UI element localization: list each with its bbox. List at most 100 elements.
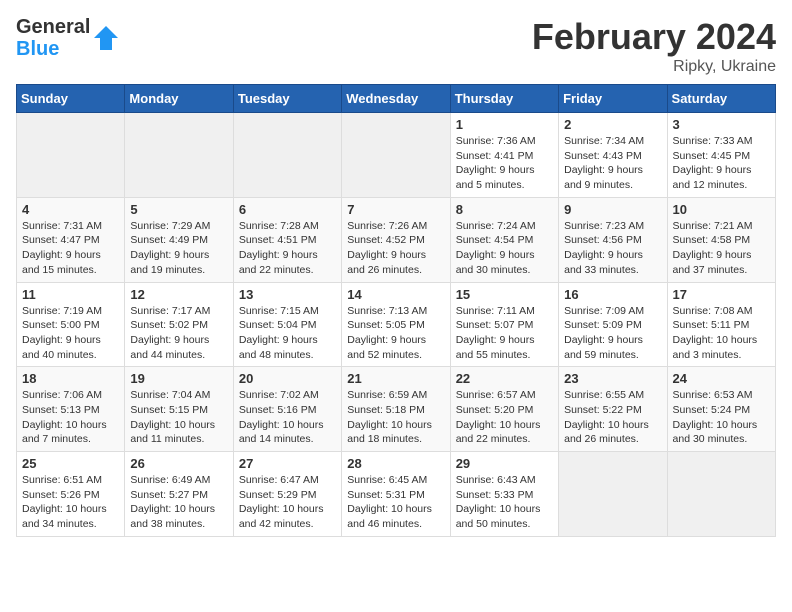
calendar-cell: 3 Sunrise: 7:33 AM Sunset: 4:45 PM Daylig… [667,113,775,198]
calendar-cell: 26 Sunrise: 6:49 AM Sunset: 5:27 PM Dayli… [125,452,233,537]
day-number: 18 [22,371,119,386]
day-number: 16 [564,287,661,302]
day-number: 9 [564,202,661,217]
calendar-header-thursday: Thursday [450,85,558,113]
calendar-week-4: 18 Sunrise: 7:06 AM Sunset: 5:13 PM Dayli… [17,367,776,452]
calendar-cell: 15 Sunrise: 7:11 AM Sunset: 5:07 PM Dayli… [450,282,558,367]
day-info: Sunrise: 7:06 AM Sunset: 5:13 PM Dayligh… [22,388,119,447]
day-number: 21 [347,371,444,386]
day-number: 28 [347,456,444,471]
day-info: Sunrise: 7:08 AM Sunset: 5:11 PM Dayligh… [673,304,770,363]
day-info: Sunrise: 7:13 AM Sunset: 5:05 PM Dayligh… [347,304,444,363]
calendar-cell [559,452,667,537]
calendar-cell: 5Sunrise: 7:29 AM Sunset: 4:49 PM Daylig… [125,197,233,282]
day-number: 5 [130,202,227,217]
day-info: Sunrise: 7:15 AM Sunset: 5:04 PM Dayligh… [239,304,336,363]
day-number: 14 [347,287,444,302]
calendar-header-row: SundayMondayTuesdayWednesdayThursdayFrid… [17,85,776,113]
day-number: 7 [347,202,444,217]
calendar-header-sunday: Sunday [17,85,125,113]
day-info: Sunrise: 7:17 AM Sunset: 5:02 PM Dayligh… [130,304,227,363]
day-number: 20 [239,371,336,386]
day-info: Sunrise: 6:57 AM Sunset: 5:20 PM Dayligh… [456,388,553,447]
day-number: 1 [456,117,553,132]
day-info: Sunrise: 6:45 AM Sunset: 5:31 PM Dayligh… [347,473,444,532]
calendar-cell [667,452,775,537]
calendar-cell [17,113,125,198]
calendar-cell: 7 Sunrise: 7:26 AM Sunset: 4:52 PM Daylig… [342,197,450,282]
day-number: 12 [130,287,227,302]
calendar-header-monday: Monday [125,85,233,113]
day-number: 10 [673,202,770,217]
day-number: 2 [564,117,661,132]
month-title: February 2024 [532,16,776,58]
day-info: Sunrise: 7:33 AM Sunset: 4:45 PM Dayligh… [673,134,770,193]
calendar-cell: 2Sunrise: 7:34 AM Sunset: 4:43 PM Daylig… [559,113,667,198]
day-number: 19 [130,371,227,386]
day-number: 13 [239,287,336,302]
calendar-cell: 23 Sunrise: 6:55 AM Sunset: 5:22 PM Dayli… [559,367,667,452]
day-info: Sunrise: 7:23 AM Sunset: 4:56 PM Dayligh… [564,219,661,278]
day-info: Sunrise: 6:59 AM Sunset: 5:18 PM Dayligh… [347,388,444,447]
day-info: Sunrise: 7:02 AM Sunset: 5:16 PM Dayligh… [239,388,336,447]
day-number: 22 [456,371,553,386]
day-number: 29 [456,456,553,471]
calendar-cell: 24 Sunrise: 6:53 AM Sunset: 5:24 PM Dayli… [667,367,775,452]
day-number: 8 [456,202,553,217]
calendar-cell: 19 Sunrise: 7:04 AM Sunset: 5:15 PM Dayli… [125,367,233,452]
calendar-cell: 29Sunrise: 6:43 AM Sunset: 5:33 PM Dayli… [450,452,558,537]
day-number: 23 [564,371,661,386]
page-header: General Blue February 2024 Ripky, Ukrain… [16,16,776,76]
calendar-cell: 25 Sunrise: 6:51 AM Sunset: 5:26 PM Dayli… [17,452,125,537]
day-info: Sunrise: 6:47 AM Sunset: 5:29 PM Dayligh… [239,473,336,532]
calendar-header-wednesday: Wednesday [342,85,450,113]
day-info: Sunrise: 7:26 AM Sunset: 4:52 PM Dayligh… [347,219,444,278]
calendar-cell: 6Sunrise: 7:28 AM Sunset: 4:51 PM Daylig… [233,197,341,282]
day-info: Sunrise: 7:19 AM Sunset: 5:00 PM Dayligh… [22,304,119,363]
logo-blue: Blue [16,38,90,60]
calendar-cell: 13 Sunrise: 7:15 AM Sunset: 5:04 PM Dayli… [233,282,341,367]
day-number: 11 [22,287,119,302]
calendar-cell: 16 Sunrise: 7:09 AM Sunset: 5:09 PM Dayli… [559,282,667,367]
calendar-cell: 12 Sunrise: 7:17 AM Sunset: 5:02 PM Dayli… [125,282,233,367]
day-info: Sunrise: 7:11 AM Sunset: 5:07 PM Dayligh… [456,304,553,363]
day-number: 24 [673,371,770,386]
calendar-header-saturday: Saturday [667,85,775,113]
calendar-cell [342,113,450,198]
day-info: Sunrise: 6:51 AM Sunset: 5:26 PM Dayligh… [22,473,119,532]
calendar-cell: 21 Sunrise: 6:59 AM Sunset: 5:18 PM Dayli… [342,367,450,452]
calendar-cell: 14 Sunrise: 7:13 AM Sunset: 5:05 PM Dayli… [342,282,450,367]
day-info: Sunrise: 7:36 AM Sunset: 4:41 PM Dayligh… [456,134,553,193]
calendar-cell: 18 Sunrise: 7:06 AM Sunset: 5:13 PM Dayli… [17,367,125,452]
logo-general: General [16,16,90,38]
calendar-cell: 11 Sunrise: 7:19 AM Sunset: 5:00 PM Dayli… [17,282,125,367]
day-info: Sunrise: 7:24 AM Sunset: 4:54 PM Dayligh… [456,219,553,278]
calendar-cell: 1 Sunrise: 7:36 AM Sunset: 4:41 PM Daylig… [450,113,558,198]
day-info: Sunrise: 6:55 AM Sunset: 5:22 PM Dayligh… [564,388,661,447]
day-number: 17 [673,287,770,302]
calendar-cell [233,113,341,198]
calendar-week-2: 4Sunrise: 7:31 AM Sunset: 4:47 PM Daylig… [17,197,776,282]
calendar-cell: 17 Sunrise: 7:08 AM Sunset: 5:11 PM Dayli… [667,282,775,367]
day-number: 25 [22,456,119,471]
calendar-cell: 10Sunrise: 7:21 AM Sunset: 4:58 PM Dayli… [667,197,775,282]
logo: General Blue [16,16,120,60]
title-area: February 2024 Ripky, Ukraine [532,16,776,76]
day-number: 3 [673,117,770,132]
calendar-cell: 28 Sunrise: 6:45 AM Sunset: 5:31 PM Dayli… [342,452,450,537]
day-info: Sunrise: 7:28 AM Sunset: 4:51 PM Dayligh… [239,219,336,278]
calendar-week-1: 1 Sunrise: 7:36 AM Sunset: 4:41 PM Daylig… [17,113,776,198]
day-info: Sunrise: 7:04 AM Sunset: 5:15 PM Dayligh… [130,388,227,447]
day-info: Sunrise: 6:53 AM Sunset: 5:24 PM Dayligh… [673,388,770,447]
calendar-week-3: 11 Sunrise: 7:19 AM Sunset: 5:00 PM Dayli… [17,282,776,367]
calendar-week-5: 25 Sunrise: 6:51 AM Sunset: 5:26 PM Dayli… [17,452,776,537]
day-number: 15 [456,287,553,302]
calendar-table: SundayMondayTuesdayWednesdayThursdayFrid… [16,84,776,537]
calendar-cell: 8 Sunrise: 7:24 AM Sunset: 4:54 PM Daylig… [450,197,558,282]
day-info: Sunrise: 7:09 AM Sunset: 5:09 PM Dayligh… [564,304,661,363]
calendar-cell: 4Sunrise: 7:31 AM Sunset: 4:47 PM Daylig… [17,197,125,282]
day-number: 4 [22,202,119,217]
calendar-cell: 22 Sunrise: 6:57 AM Sunset: 5:20 PM Dayli… [450,367,558,452]
day-number: 26 [130,456,227,471]
day-info: Sunrise: 6:49 AM Sunset: 5:27 PM Dayligh… [130,473,227,532]
